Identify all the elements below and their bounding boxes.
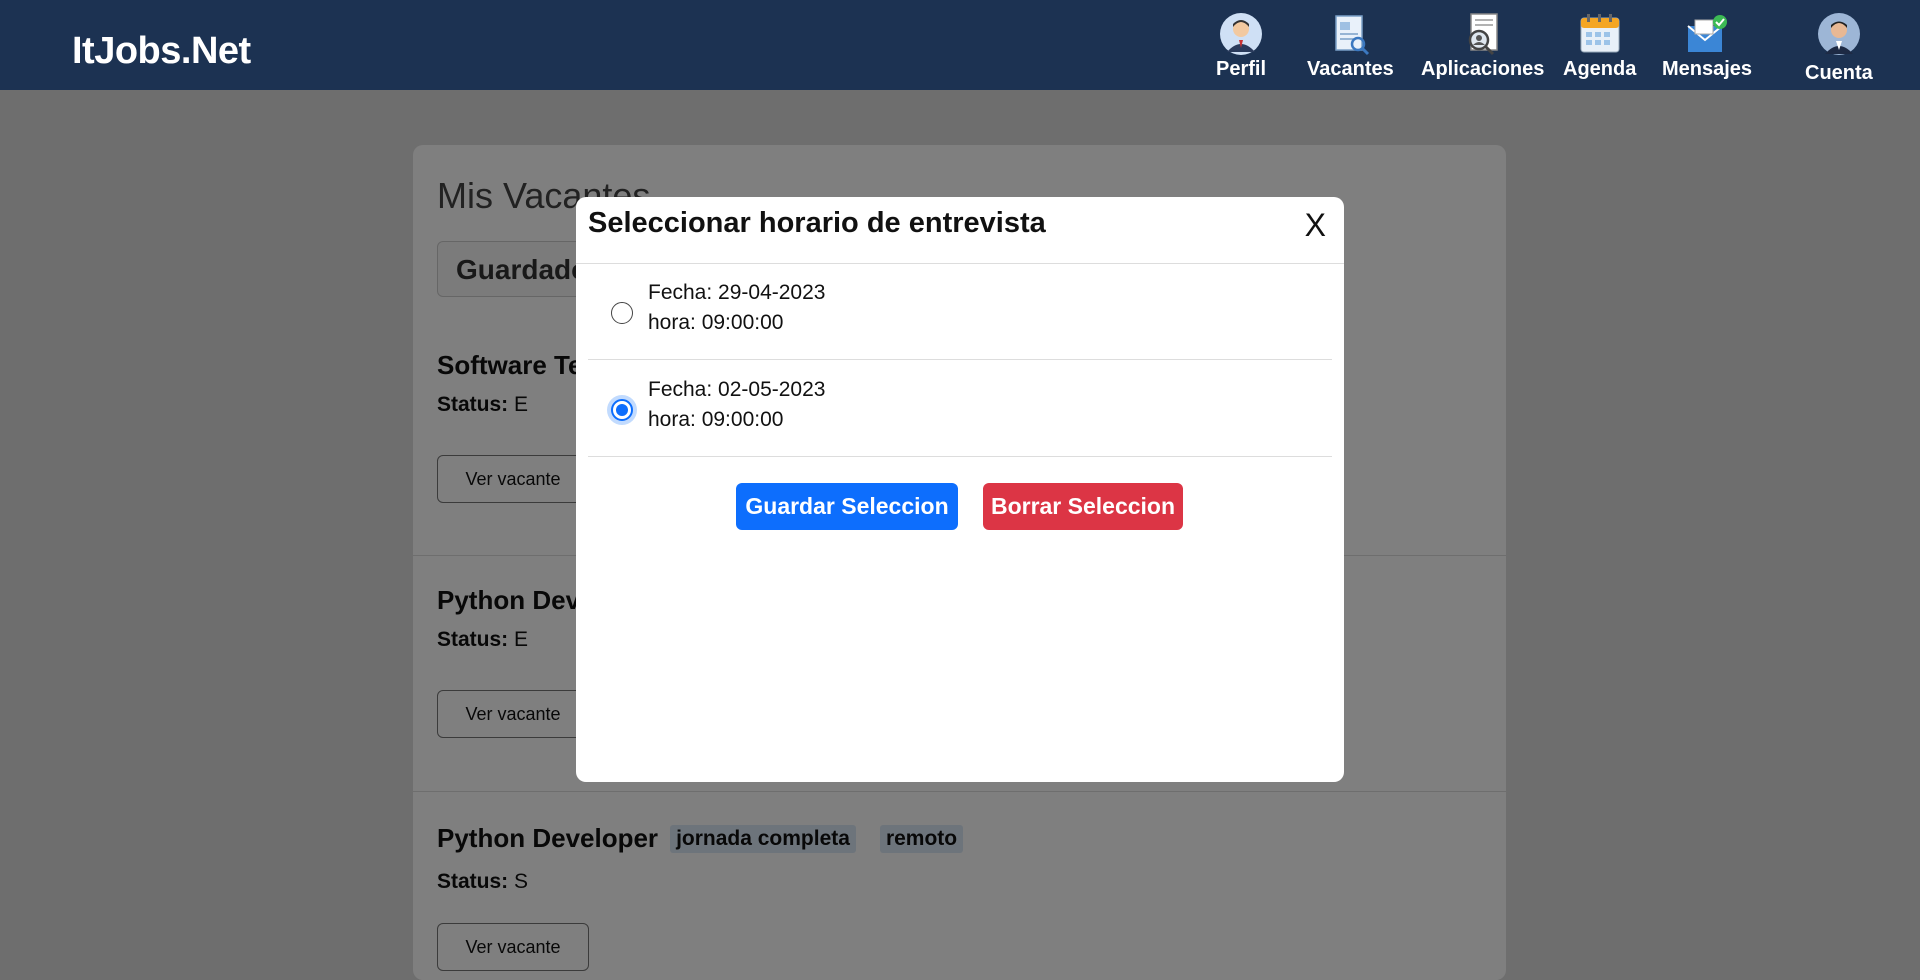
nav-agenda[interactable]: Agenda <box>1563 12 1636 81</box>
schedule-option[interactable]: Fecha: 29-04-2023 hora: 09:00:00 <box>588 264 1332 360</box>
top-navbar: ItJobs.Net Perfil Vacantes Aplicaciones … <box>0 0 1920 90</box>
nav-perfil[interactable]: Perfil <box>1216 12 1266 81</box>
radio-button[interactable] <box>611 399 633 421</box>
nav-agenda-label: Agenda <box>1563 58 1637 80</box>
schedule-option[interactable]: Fecha: 02-05-2023 hora: 09:00:00 <box>588 361 1332 457</box>
option-time: hora: 09:00:00 <box>648 311 784 334</box>
close-button[interactable]: X <box>1305 207 1326 244</box>
applications-icon <box>1468 13 1498 56</box>
brand-logo[interactable]: ItJobs.Net <box>72 30 251 73</box>
divider <box>588 456 1332 457</box>
nav-mensajes[interactable]: Mensajes <box>1662 12 1752 81</box>
option-date: Fecha: 02-05-2023 <box>648 378 826 401</box>
nav-aplicaciones-label: Aplicaciones <box>1421 58 1545 80</box>
nav-cuenta-label: Cuenta <box>1805 62 1873 84</box>
account-avatar-icon <box>1817 13 1860 55</box>
calendar-icon <box>1580 14 1620 53</box>
nav-perfil-label: Perfil <box>1216 58 1267 80</box>
vacancies-icon <box>1335 15 1370 56</box>
radio-button[interactable] <box>611 302 633 324</box>
option-time: hora: 09:00:00 <box>648 408 784 431</box>
nav-vacantes[interactable]: Vacantes <box>1307 12 1394 81</box>
nav-mensajes-label: Mensajes <box>1662 58 1753 80</box>
profile-icon <box>1220 13 1263 55</box>
modal-title: Seleccionar horario de entrevista <box>588 207 1046 239</box>
nav-vacantes-label: Vacantes <box>1307 58 1394 80</box>
nav-aplicaciones[interactable]: Aplicaciones <box>1421 12 1544 81</box>
schedule-modal: Seleccionar horario de entrevista X Fech… <box>576 197 1344 782</box>
save-selection-button[interactable]: Guardar Seleccion <box>736 483 958 530</box>
divider <box>588 359 1332 360</box>
nav-cuenta[interactable]: Cuenta <box>1805 12 1873 85</box>
option-date: Fecha: 29-04-2023 <box>648 281 826 304</box>
clear-selection-button[interactable]: Borrar Seleccion <box>983 483 1183 530</box>
messages-icon <box>1687 15 1728 52</box>
